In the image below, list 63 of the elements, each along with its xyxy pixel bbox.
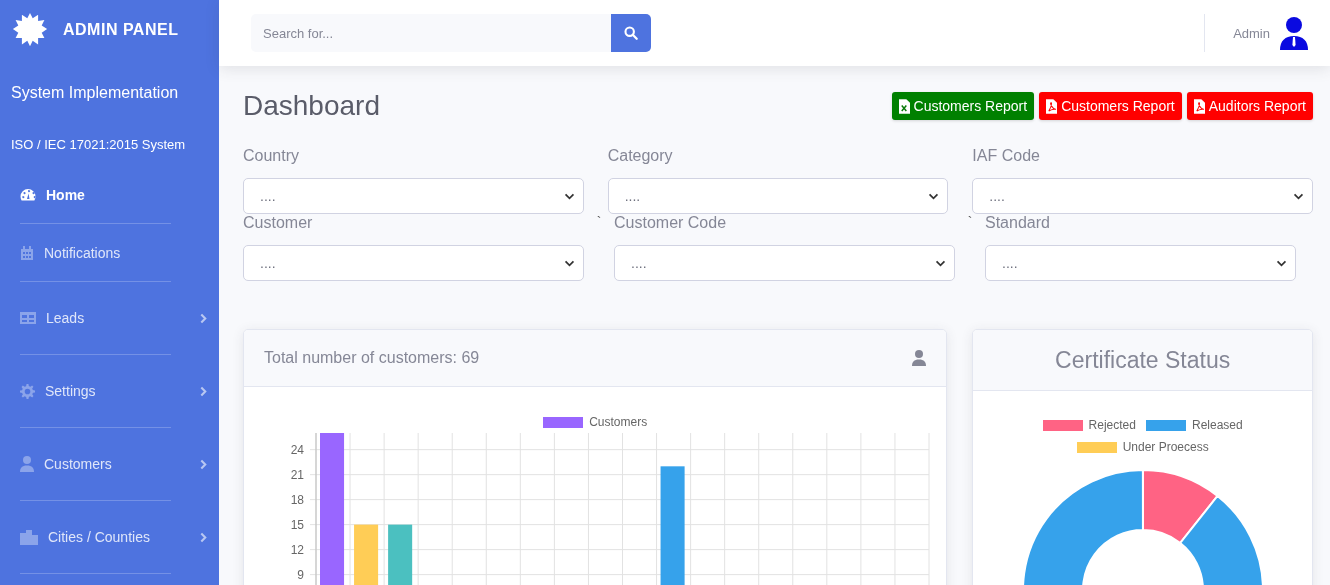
stray-mark: ` — [595, 214, 603, 230]
stray-mark: ` — [966, 214, 974, 230]
buildings-icon — [20, 529, 38, 545]
chevron-down-icon — [564, 259, 575, 267]
select-field[interactable]: .... — [243, 245, 584, 281]
report-button[interactable]: Customers Report — [891, 92, 1035, 120]
legend-label[interactable]: Released — [1192, 418, 1243, 432]
select-field[interactable]: .... — [972, 178, 1313, 214]
legend-label[interactable]: Rejected — [1088, 418, 1136, 432]
table-icon — [20, 311, 36, 325]
filter-label: Country — [243, 147, 301, 166]
select-field[interactable]: .... — [243, 178, 584, 214]
system-label: ISO / IEC 17021:2015 System — [10, 136, 187, 152]
report-button[interactable]: Customers Report — [1039, 92, 1182, 120]
sidebar-item[interactable]: Notifications — [20, 224, 171, 282]
brand-title[interactable]: ADMIN PANEL — [63, 21, 179, 39]
filter-label: Customer — [243, 214, 314, 233]
select-field[interactable]: .... — [614, 245, 955, 281]
filter-label: Standard — [985, 214, 1051, 233]
select-field[interactable]: .... — [985, 245, 1296, 281]
search-field[interactable]: Search for... — [251, 14, 611, 52]
user-name[interactable]: Admin — [1233, 25, 1270, 41]
chevron-down-icon — [1293, 192, 1304, 200]
calendar-icon — [20, 244, 34, 261]
gauge-icon — [20, 188, 36, 202]
legend-label[interactable]: Under Proecess — [1122, 440, 1209, 454]
report-button[interactable]: Auditors Report — [1186, 92, 1313, 120]
pdf-file-icon — [1046, 98, 1058, 114]
sidebar-item[interactable]: Customers — [20, 428, 171, 501]
y-tick-label: 12 — [290, 542, 304, 557]
user-icon — [20, 456, 34, 472]
legend-label[interactable]: Customers — [589, 415, 648, 429]
select-field[interactable]: .... — [607, 178, 949, 214]
search-icon — [624, 26, 638, 40]
search-button[interactable] — [611, 14, 651, 52]
y-tick-label: 24 — [290, 442, 304, 457]
sidebar-item[interactable]: Settings — [20, 355, 171, 428]
filter-label: IAF Code — [972, 147, 1041, 166]
pdf-file-icon — [1193, 98, 1205, 114]
card-title: Certificate Status — [1055, 346, 1231, 374]
spreadsheet-file-icon — [898, 98, 910, 114]
chevron-down-icon — [1276, 259, 1287, 267]
y-tick-label: 18 — [290, 492, 304, 507]
gear-icon — [20, 383, 35, 399]
sidebar-heading: System Implementation — [10, 83, 180, 102]
chevron-down-icon — [928, 192, 940, 200]
card-title: Total number of customers: 69 — [264, 349, 480, 367]
chevron-down-icon — [935, 259, 946, 267]
page-title: Dashboard — [243, 90, 380, 122]
bar — [388, 524, 413, 585]
logo-badge-icon — [12, 12, 48, 48]
chevron-down-icon — [563, 192, 575, 200]
user-icon — [912, 350, 927, 366]
bar — [354, 524, 379, 585]
sidebar-item[interactable]: Cities / Counties — [20, 501, 171, 574]
filter-label: Customer Code — [614, 214, 728, 233]
y-tick-label: 9 — [297, 567, 304, 582]
filter-label: Category — [607, 147, 674, 166]
sidebar-item[interactable]: Home — [20, 167, 171, 224]
y-tick-label: 21 — [290, 467, 304, 482]
y-tick-label: 15 — [290, 517, 304, 532]
user-avatar-icon[interactable] — [1280, 16, 1308, 50]
sidebar-item[interactable]: Leads — [20, 282, 171, 355]
